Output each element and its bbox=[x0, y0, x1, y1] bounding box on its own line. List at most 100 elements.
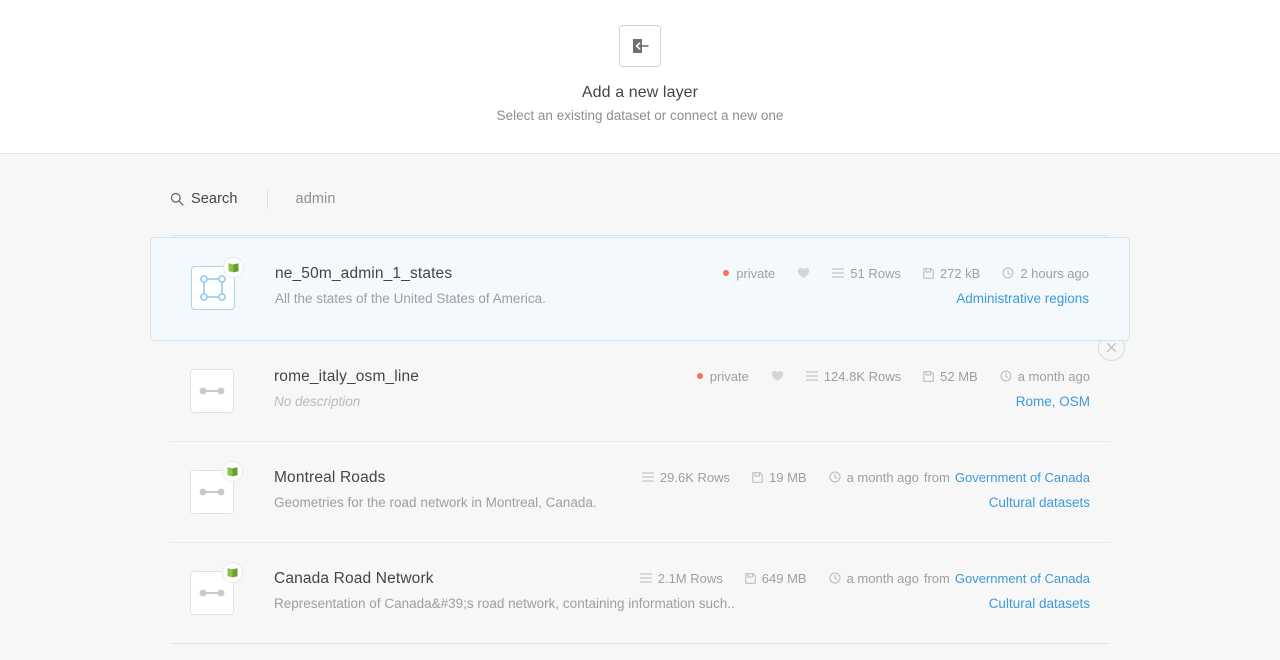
book-badge-icon bbox=[226, 566, 239, 579]
dataset-tag-link[interactable]: Cultural datasets bbox=[989, 495, 1090, 510]
clock-icon bbox=[1000, 370, 1012, 382]
dataset-title[interactable]: Montreal Roads bbox=[274, 469, 642, 487]
dataset-text-block: rome_italy_osm_line No description bbox=[274, 368, 697, 409]
search-query-value: admin bbox=[296, 191, 336, 207]
clock-icon bbox=[1002, 267, 1014, 279]
dataset-description: All the states of the United States of A… bbox=[275, 291, 723, 306]
from-label: from bbox=[924, 470, 950, 485]
dataset-tags: Cultural datasets bbox=[640, 596, 1090, 611]
dataset-row[interactable]: Montreal Roads Geometries for the road ne… bbox=[170, 442, 1110, 543]
rows-icon bbox=[642, 472, 654, 482]
rows-icon bbox=[832, 268, 844, 278]
file-size-icon bbox=[923, 268, 934, 279]
dataset-tag-link[interactable]: Administrative regions bbox=[956, 291, 1089, 306]
updated-time-value: 2 hours ago bbox=[1020, 266, 1089, 281]
rows-icon bbox=[806, 371, 818, 381]
rows-icon bbox=[642, 472, 654, 482]
dataset-row[interactable]: Canada Road Network Representation of Can… bbox=[170, 543, 1110, 644]
dataset-row[interactable]: rome_italy_osm_lineNo descriptionprivate… bbox=[170, 341, 1110, 442]
dataset-tags: Cultural datasets bbox=[642, 495, 1090, 510]
line-geometry-icon bbox=[198, 586, 226, 600]
dataset-metadata: private 124.8K Rows 52 MB a month ago Rom… bbox=[697, 368, 1090, 409]
file-size-icon bbox=[745, 573, 756, 584]
search-input[interactable]: Search admin bbox=[170, 187, 336, 211]
dataset-source-link[interactable]: Government of Canada bbox=[955, 470, 1090, 485]
dataset-text-block: ne_50m_admin_1_states All the states of t… bbox=[275, 265, 723, 306]
clock-icon bbox=[829, 572, 841, 584]
dataset-thumbnail bbox=[190, 571, 234, 615]
dataset-description: Geometries for the road network in Montr… bbox=[274, 495, 642, 510]
dataset-description: No description bbox=[274, 394, 697, 409]
polygon-geometry-icon bbox=[198, 273, 228, 303]
search-divider bbox=[267, 189, 268, 209]
privacy-label: private bbox=[710, 369, 749, 384]
book-badge-icon bbox=[222, 562, 243, 583]
updated-time: a month agofromGovernment of Canada bbox=[829, 470, 1090, 485]
dataset-tag-link[interactable]: Cultural datasets bbox=[989, 596, 1090, 611]
file-size: 649 MB bbox=[745, 571, 807, 586]
updated-time: 2 hours ago bbox=[1002, 266, 1089, 281]
dataset-title[interactable]: ne_50m_admin_1_states bbox=[275, 265, 723, 283]
file-size-icon bbox=[752, 472, 763, 483]
dataset-tags: Administrative regions bbox=[723, 291, 1089, 306]
dataset-tag-link[interactable]: Rome, OSM bbox=[1016, 394, 1090, 409]
from-label: from bbox=[924, 571, 950, 586]
page-title: Add a new layer bbox=[582, 84, 698, 102]
row-count: 51 Rows bbox=[832, 266, 901, 281]
like-button[interactable] bbox=[797, 267, 810, 279]
line-geometry-icon bbox=[190, 369, 234, 413]
file-size-icon bbox=[923, 371, 934, 382]
dataset-thumbnail bbox=[191, 266, 235, 310]
dataset-row[interactable]: ne_50m_admin_1_states All the states of t… bbox=[150, 237, 1130, 341]
rows-icon bbox=[832, 268, 844, 278]
dataset-source-link[interactable]: Government of Canada bbox=[955, 571, 1090, 586]
file-size-value: 52 MB bbox=[940, 369, 978, 384]
file-size: 19 MB bbox=[752, 470, 807, 485]
row-count: 29.6K Rows bbox=[642, 470, 730, 485]
like-icon bbox=[797, 267, 810, 279]
file-size: 52 MB bbox=[923, 369, 978, 384]
modal-header: Add a new layer Select an existing datas… bbox=[0, 0, 1280, 154]
file-size: 272 kB bbox=[923, 266, 980, 281]
dataset-thumbnail bbox=[190, 470, 234, 514]
dataset-title[interactable]: Canada Road Network bbox=[274, 570, 640, 588]
rows-icon bbox=[640, 573, 652, 583]
dataset-metadata: 2.1M Rows 649 MB a month ago from Governme… bbox=[640, 570, 1090, 611]
file-size-icon bbox=[752, 472, 763, 483]
dataset-metadata: private 51 Rows 272 kB 2 hours ago Admini… bbox=[723, 265, 1089, 306]
privacy-badge: private bbox=[723, 266, 775, 281]
updated-time-value: a month ago bbox=[847, 571, 919, 586]
updated-time-value: a month ago bbox=[1018, 369, 1090, 384]
import-layer-icon bbox=[619, 25, 661, 67]
book-badge-icon bbox=[222, 461, 243, 482]
privacy-label: private bbox=[736, 266, 775, 281]
page-subtitle: Select an existing dataset or connect a … bbox=[497, 108, 784, 123]
import-layer-glyph bbox=[630, 36, 650, 56]
row-count-value: 124.8K Rows bbox=[824, 369, 901, 384]
clock-icon bbox=[829, 471, 841, 483]
row-count-value: 2.1M Rows bbox=[658, 571, 723, 586]
row-count: 124.8K Rows bbox=[806, 369, 901, 384]
like-button[interactable] bbox=[771, 370, 784, 382]
privacy-dot-icon bbox=[697, 373, 703, 379]
clock-icon bbox=[1002, 267, 1014, 279]
like-icon bbox=[771, 370, 784, 382]
dataset-text-block: Montreal Roads Geometries for the road ne… bbox=[274, 469, 642, 510]
dataset-title[interactable]: rome_italy_osm_line bbox=[274, 368, 697, 386]
file-size-value: 272 kB bbox=[940, 266, 980, 281]
clock-icon bbox=[829, 572, 841, 584]
search-area: Search admin bbox=[0, 154, 1280, 235]
search-label: Search bbox=[191, 191, 238, 207]
dataset-description: Representation of Canada&#39;s road netw… bbox=[274, 596, 640, 611]
updated-time: a month ago bbox=[1000, 369, 1090, 384]
line-geometry-icon bbox=[198, 384, 226, 398]
file-size-icon bbox=[923, 268, 934, 279]
updated-time: a month ago from Government of Canada bbox=[829, 571, 1090, 586]
clock-icon bbox=[1000, 370, 1012, 382]
dataset-metadata: 29.6K Rows 19 MB a month agofromGovernme… bbox=[642, 469, 1090, 510]
privacy-badge: private bbox=[697, 369, 749, 384]
rows-icon bbox=[806, 371, 818, 381]
row-count-value: 51 Rows bbox=[850, 266, 901, 281]
rows-icon bbox=[640, 573, 652, 583]
file-size-icon bbox=[745, 573, 756, 584]
